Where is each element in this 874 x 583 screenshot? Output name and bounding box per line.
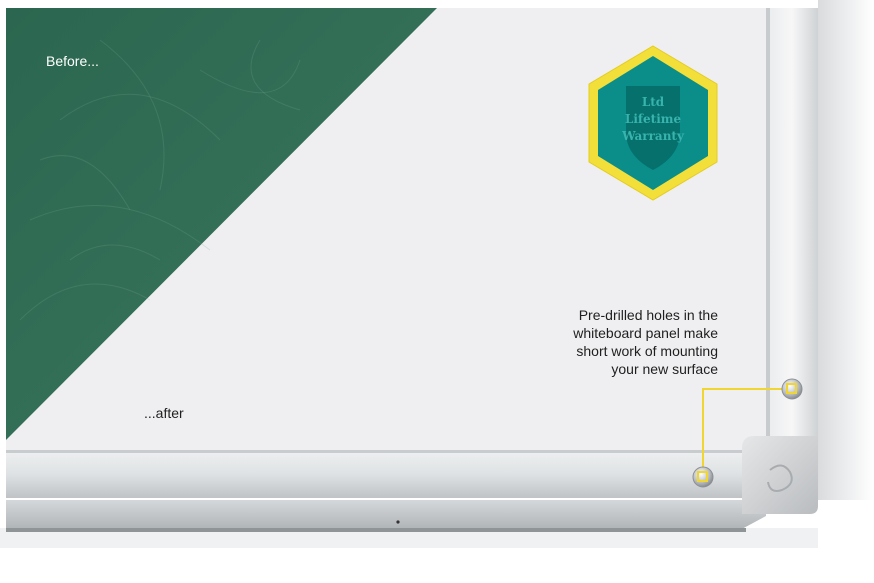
tray-mark bbox=[396, 520, 400, 524]
corner-cap bbox=[742, 436, 818, 514]
right-frame-inner-edge bbox=[766, 8, 770, 448]
badge-line-1: Ltd bbox=[642, 95, 665, 109]
before-label: Before... bbox=[46, 53, 99, 69]
right-frame bbox=[766, 8, 818, 438]
callout-line-1: Pre-drilled holes in the bbox=[578, 307, 718, 323]
after-label: ...after bbox=[144, 405, 184, 421]
badge-line-3: Warranty bbox=[621, 129, 685, 143]
product-photo: Ltd Lifetime Warranty Before... ...after… bbox=[0, 0, 874, 578]
marker-tray-lip bbox=[6, 528, 746, 532]
wall-shadow bbox=[818, 0, 874, 500]
callout-line-3: short work of mounting bbox=[576, 343, 718, 359]
bottom-frame bbox=[6, 450, 766, 498]
screw-lower bbox=[692, 466, 714, 488]
callout-line-4: your new surface bbox=[611, 361, 718, 377]
mounting-callout: Pre-drilled holes in the whiteboard pane… bbox=[508, 306, 718, 378]
callout-line-2: whiteboard panel make bbox=[573, 325, 718, 341]
screw-upper bbox=[781, 378, 803, 400]
whiteboard-illustration: Ltd Lifetime Warranty bbox=[0, 0, 874, 578]
bottom-frame-edge bbox=[6, 450, 766, 453]
badge-line-2: Lifetime bbox=[625, 112, 682, 126]
marker-tray bbox=[6, 500, 766, 530]
